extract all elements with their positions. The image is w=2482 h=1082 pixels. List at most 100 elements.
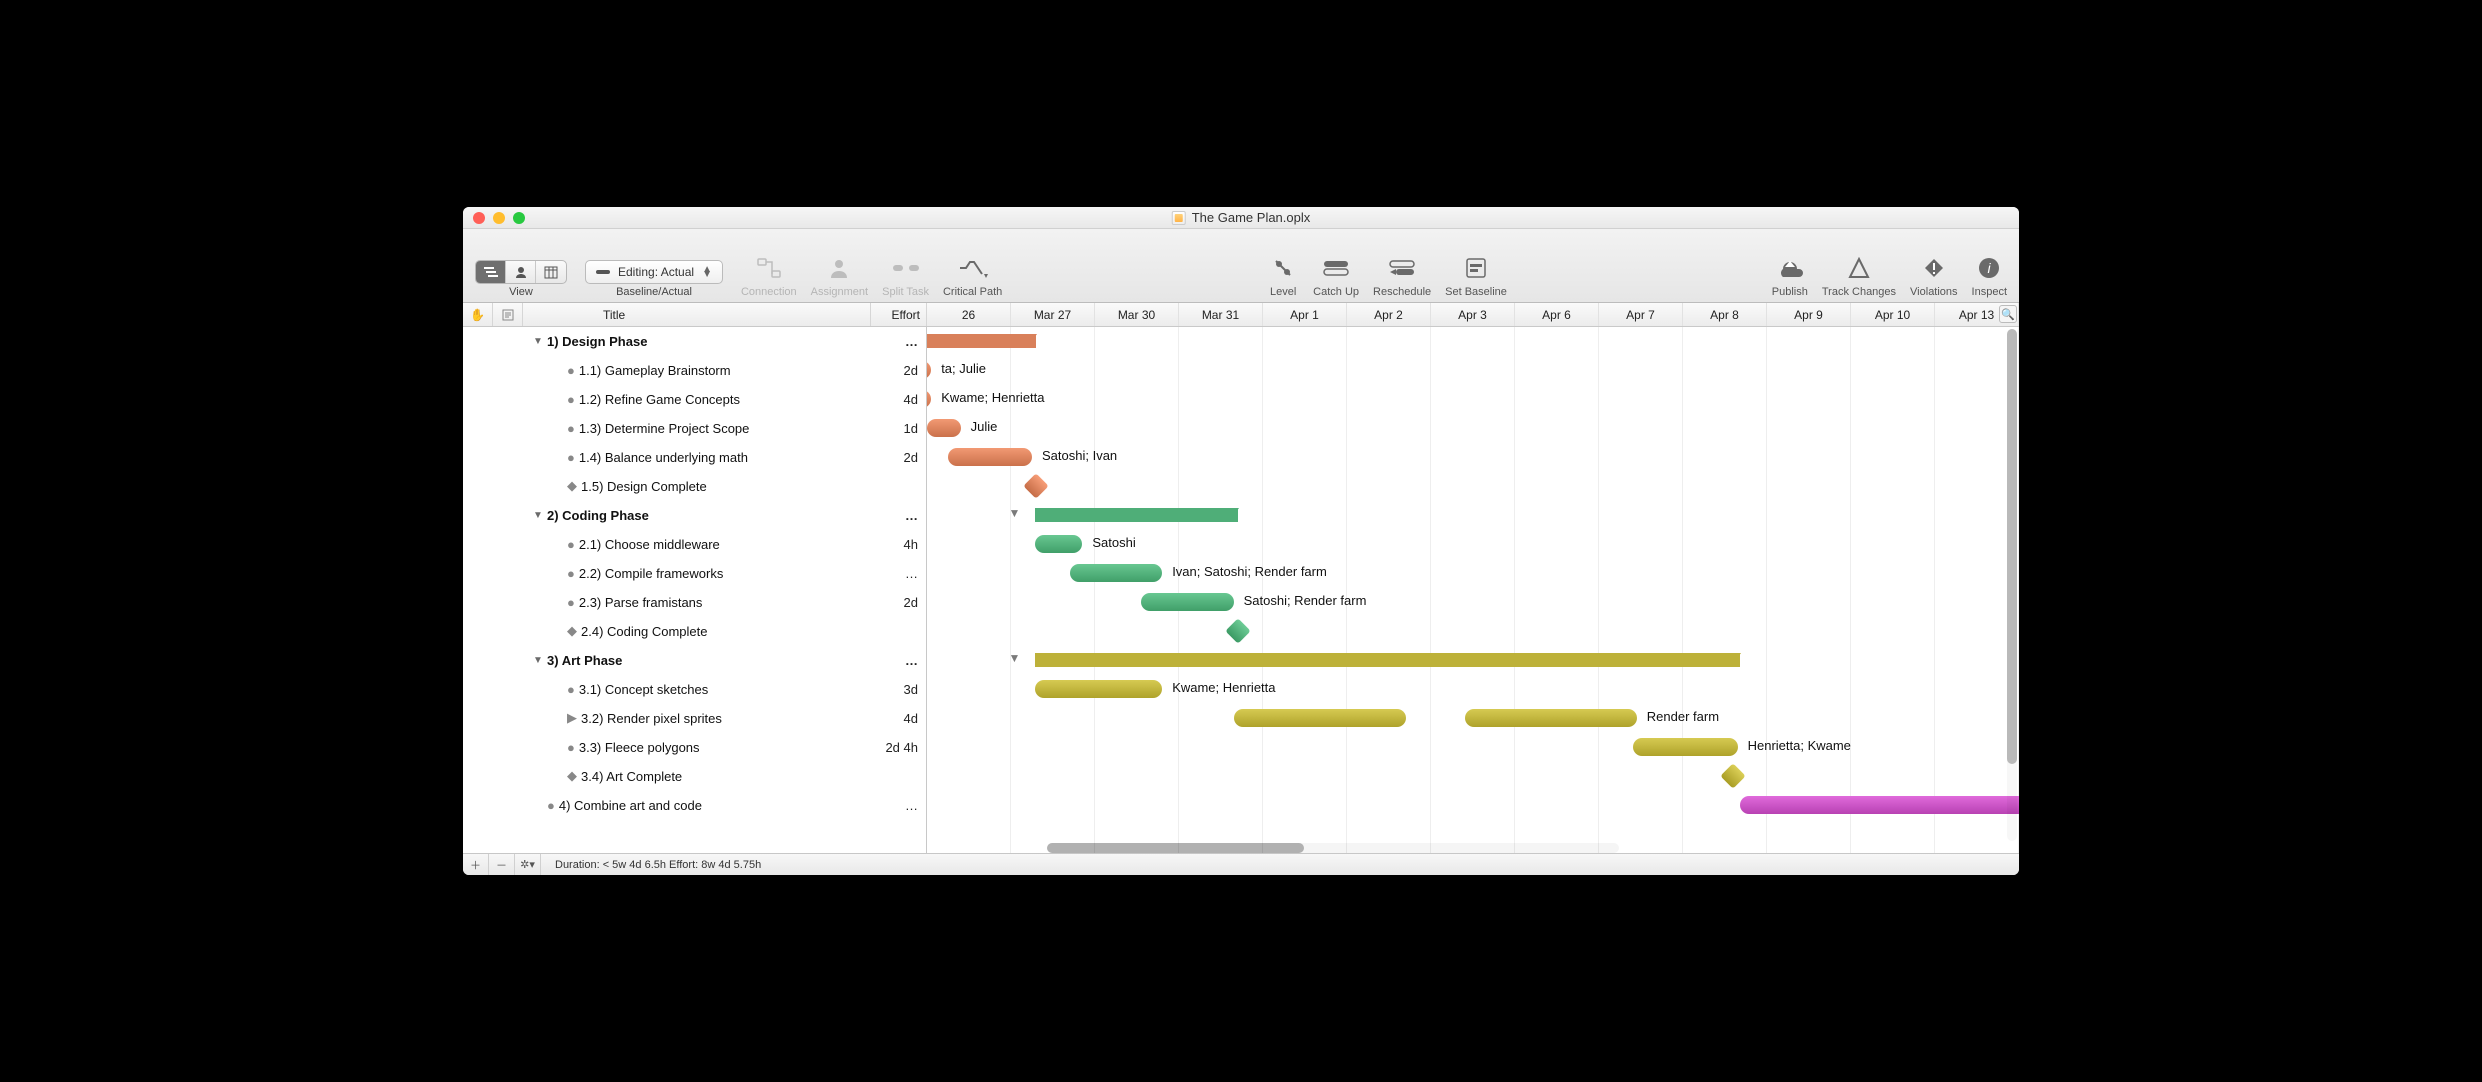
gantt-milestone[interactable]: [1023, 473, 1048, 498]
summary-collapse-icon[interactable]: ▼: [1009, 651, 1021, 665]
timeline-date-header[interactable]: Apr 3: [1431, 303, 1515, 326]
zoom-window-button[interactable]: [513, 212, 525, 224]
document-icon: [1172, 211, 1186, 225]
timeline-date-header[interactable]: Apr 8: [1683, 303, 1767, 326]
gantt-task-bar[interactable]: [1141, 593, 1233, 611]
gantt-task-bar[interactable]: [927, 361, 931, 379]
toolbar-item-label: Violations: [1910, 286, 1958, 298]
connection-icon: [753, 252, 785, 284]
timeline-date-header[interactable]: 26: [927, 303, 1011, 326]
outline-row[interactable]: ●1.3) Determine Project Scope1d: [463, 414, 926, 443]
gantt-task-bar[interactable]: [927, 390, 931, 408]
gantt-milestone[interactable]: [1721, 763, 1746, 788]
scrollbar-thumb[interactable]: [1047, 843, 1304, 853]
zoom-icon[interactable]: 🔍: [1999, 305, 2017, 323]
close-window-button[interactable]: [473, 212, 485, 224]
outline-row[interactable]: ●1.4) Balance underlying math2d: [463, 443, 926, 472]
track-changes-icon: [1843, 252, 1875, 284]
gantt-task-bar[interactable]: [1740, 796, 2019, 814]
outline-row[interactable]: ●3.1) Concept sketches3d: [463, 675, 926, 704]
gantt-task-bar[interactable]: [1633, 738, 1738, 756]
add-task-button[interactable]: ＋: [463, 854, 489, 876]
timeline-date-header[interactable]: Apr 7: [1599, 303, 1683, 326]
toolbar-violations-button[interactable]: Violations: [1910, 252, 1958, 298]
inspect-icon: i: [1973, 252, 2005, 284]
toolbar-publish-button[interactable]: Publish: [1772, 252, 1808, 298]
gantt-task-bar[interactable]: [948, 448, 1032, 466]
gantt-summary-bar[interactable]: [927, 334, 1036, 348]
outline-row[interactable]: ●4) Combine art and code…: [463, 791, 926, 820]
timeline-date-header[interactable]: Apr 2: [1347, 303, 1431, 326]
toolbar-set-baseline-button[interactable]: Set Baseline: [1445, 252, 1507, 298]
timeline-date-header[interactable]: Apr 1: [1263, 303, 1347, 326]
timeline-date-header[interactable]: Apr 10: [1851, 303, 1935, 326]
gantt-milestone[interactable]: [1225, 618, 1250, 643]
outline-row[interactable]: ▶3.2) Render pixel sprites4d: [463, 704, 926, 733]
task-title: 2.4) Coding Complete: [581, 624, 870, 639]
toolbar-item-label: Inspect: [1972, 286, 2007, 298]
view-segmented-control[interactable]: [475, 260, 567, 284]
minimize-window-button[interactable]: [493, 212, 505, 224]
outline-row[interactable]: ●2.3) Parse framistans2d: [463, 588, 926, 617]
title-column-header[interactable]: Title: [523, 303, 871, 326]
outline-row[interactable]: ▼2) Coding Phase…: [463, 501, 926, 530]
toolbar-item-label: Critical Path: [943, 286, 1002, 298]
task-effort: 2d: [870, 595, 926, 610]
horizontal-scrollbar[interactable]: [1047, 843, 1619, 853]
gantt-task-bar[interactable]: [1035, 535, 1083, 553]
outline-row[interactable]: ▼1) Design Phase…: [463, 327, 926, 356]
summary-collapse-icon[interactable]: ▼: [1009, 506, 1021, 520]
view-resource-button[interactable]: [506, 261, 536, 283]
notes-column-header[interactable]: [493, 303, 523, 326]
action-menu-button[interactable]: ✲▾: [515, 854, 541, 876]
outline-row[interactable]: ◆1.5) Design Complete: [463, 472, 926, 501]
gantt-summary-bar[interactable]: [1035, 653, 1741, 667]
toolbar-item-label: Reschedule: [1373, 286, 1431, 298]
window-title: The Game Plan.oplx: [1172, 210, 1311, 225]
timeline-date-header[interactable]: Mar 31: [1179, 303, 1263, 326]
timeline-date-header[interactable]: Apr 6: [1515, 303, 1599, 326]
timeline-date-header[interactable]: Apr 9: [1767, 303, 1851, 326]
outline-row[interactable]: ●1.2) Refine Game Concepts4d: [463, 385, 926, 414]
outline-row[interactable]: ●2.2) Compile frameworks…: [463, 559, 926, 588]
gantt-task-bar[interactable]: [927, 419, 961, 437]
toolbar-reschedule-button[interactable]: Reschedule: [1373, 252, 1431, 298]
view-calendar-button[interactable]: [536, 261, 566, 283]
toolbar-item-label: Assignment: [811, 286, 868, 298]
remove-task-button[interactable]: －: [489, 854, 515, 876]
timeline-date-header[interactable]: Mar 30: [1095, 303, 1179, 326]
outline-row[interactable]: ●3.3) Fleece polygons2d 4h: [463, 733, 926, 762]
gantt-summary-bar[interactable]: [1035, 508, 1238, 522]
task-outline[interactable]: ▼1) Design Phase…●1.1) Gameplay Brainsto…: [463, 327, 927, 853]
disclosure-triangle-icon[interactable]: ▼: [533, 336, 547, 347]
timeline-header[interactable]: 26Mar 27Mar 30Mar 31Apr 1Apr 2Apr 3Apr 6…: [927, 303, 2019, 326]
gantt-bar-label: Ivan; Satoshi; Render farm: [1172, 564, 1327, 579]
outline-row[interactable]: ◆2.4) Coding Complete: [463, 617, 926, 646]
task-effort: …: [870, 508, 926, 523]
toolbar-track-changes-button[interactable]: Track Changes: [1822, 252, 1896, 298]
disclosure-triangle-icon[interactable]: ▼: [533, 510, 547, 521]
task-effort: 4d: [870, 711, 926, 726]
gantt-task-bar[interactable]: [1035, 680, 1163, 698]
view-label: View: [509, 286, 533, 298]
gantt-chart[interactable]: ta; JulieKwame; HenriettaJulieSatoshi; I…: [927, 327, 2019, 853]
disclosure-triangle-icon[interactable]: ▼: [533, 655, 547, 666]
gantt-task-bar[interactable]: [1070, 564, 1162, 582]
outline-row[interactable]: ●1.1) Gameplay Brainstorm2d: [463, 356, 926, 385]
level-icon: [1267, 252, 1299, 284]
toolbar-item-label: Track Changes: [1822, 286, 1896, 298]
baseline-actual-popup[interactable]: Editing: Actual ▲▼: [585, 260, 723, 284]
scrollbar-thumb[interactable]: [2007, 329, 2017, 764]
grab-column-header[interactable]: ✋: [463, 303, 493, 326]
effort-column-header[interactable]: Effort: [871, 303, 927, 326]
outline-row[interactable]: ◆3.4) Art Complete: [463, 762, 926, 791]
vertical-scrollbar[interactable]: [2007, 329, 2017, 841]
outline-row[interactable]: ●2.1) Choose middleware4h: [463, 530, 926, 559]
toolbar-inspect-button[interactable]: i Inspect: [1972, 252, 2007, 298]
view-gantt-button[interactable]: [476, 261, 506, 283]
timeline-date-header[interactable]: Mar 27: [1011, 303, 1095, 326]
toolbar-level-button[interactable]: Level: [1267, 252, 1299, 298]
outline-row[interactable]: ▼3) Art Phase…: [463, 646, 926, 675]
toolbar-catch-up-button[interactable]: Catch Up: [1313, 252, 1359, 298]
toolbar-critical-path-button[interactable]: Critical Path: [943, 252, 1002, 298]
